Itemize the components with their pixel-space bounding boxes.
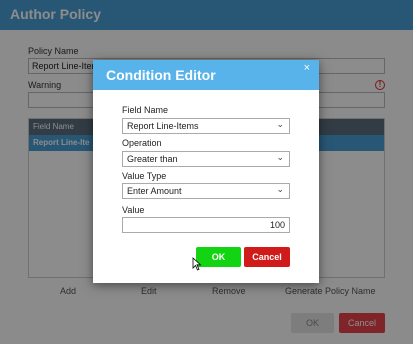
value-type-label: Value Type — [122, 171, 167, 181]
close-icon[interactable]: × — [304, 62, 310, 74]
field-name-select[interactable]: Report Line-Items ⌄ — [122, 118, 290, 134]
field-name-value: Report Line-Items — [127, 121, 199, 131]
cancel-button[interactable]: Cancel — [244, 247, 290, 267]
dialog-title: Condition Editor — [106, 67, 216, 83]
dialog-header: Condition Editor × — [93, 60, 319, 90]
value-type-value: Enter Amount — [127, 186, 182, 196]
value-label: Value — [122, 205, 145, 215]
operation-label: Operation — [122, 138, 162, 148]
mouse-pointer-icon — [192, 257, 202, 271]
condition-editor-dialog: Condition Editor × Field Name Report Lin… — [93, 60, 319, 283]
operation-select[interactable]: Greater than ⌄ — [122, 151, 290, 167]
value-type-select[interactable]: Enter Amount ⌄ — [122, 183, 290, 199]
chevron-down-icon: ⌄ — [276, 152, 284, 162]
chevron-down-icon: ⌄ — [276, 184, 284, 194]
chevron-down-icon: ⌄ — [276, 119, 284, 129]
operation-value: Greater than — [127, 154, 178, 164]
field-name-label: Field Name — [122, 105, 169, 115]
value-input[interactable]: 100 — [122, 217, 290, 233]
